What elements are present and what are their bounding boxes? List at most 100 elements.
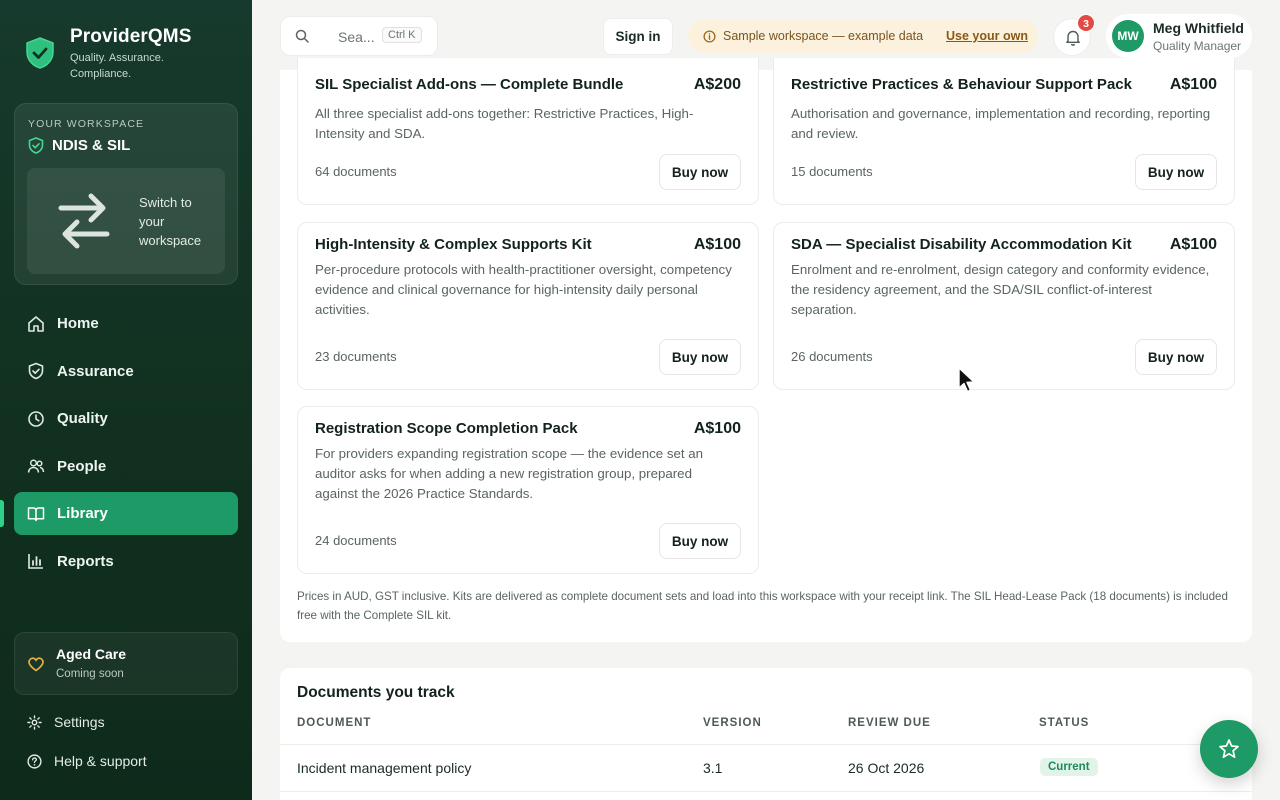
document-version: 3.1 bbox=[703, 760, 723, 776]
kit-card: SDA — Specialist Disability Accommodatio… bbox=[773, 222, 1235, 390]
star-icon bbox=[1219, 739, 1239, 759]
kit-document-count: 24 documents bbox=[315, 533, 397, 548]
notification-count-badge: 3 bbox=[1077, 14, 1095, 32]
bell-icon bbox=[1066, 30, 1080, 46]
kit-document-count: 26 documents bbox=[791, 349, 873, 364]
kit-title: SIL Specialist Add-ons — Complete Bundle bbox=[315, 76, 624, 93]
buy-now-button[interactable]: Buy now bbox=[659, 523, 741, 559]
column-header-status[interactable]: STATUS bbox=[1039, 717, 1089, 729]
search-shortcut-hint: Ctrl K bbox=[382, 27, 422, 43]
bar-chart-icon bbox=[28, 554, 43, 569]
kit-description: Per-procedure protocols with health-prac… bbox=[315, 262, 732, 317]
documents-title: Documents you track bbox=[297, 684, 455, 701]
kit-title: High-Intensity & Complex Supports Kit bbox=[315, 236, 592, 253]
buy-now-button[interactable]: Buy now bbox=[659, 339, 741, 375]
column-header-version[interactable]: VERSION bbox=[703, 717, 762, 729]
main-nav: Home Assurance Quality People Library Re… bbox=[0, 302, 238, 587]
help-link[interactable]: Help & support bbox=[27, 753, 147, 769]
kit-price: A$200 bbox=[693, 76, 741, 93]
avatar: MW bbox=[1112, 20, 1144, 52]
kit-card: High-Intensity & Complex Supports Kit A$… bbox=[297, 222, 759, 390]
search-input[interactable]: Sea... bbox=[338, 29, 375, 45]
favorite-fab-button[interactable] bbox=[1200, 720, 1258, 778]
nav-label: Home bbox=[57, 315, 99, 332]
use-your-own-link[interactable]: Use your own bbox=[946, 29, 1028, 43]
kit-description: For providers expanding registration sco… bbox=[315, 446, 704, 501]
workspace-name: NDIS & SIL bbox=[28, 137, 130, 154]
buy-now-button[interactable]: Buy now bbox=[1135, 154, 1217, 190]
kit-document-count: 15 documents bbox=[791, 164, 873, 179]
kit-title: Restrictive Practices & Behaviour Suppor… bbox=[791, 76, 1132, 93]
brand[interactable]: ProviderQMS Quality. Assurance. Complian… bbox=[24, 26, 191, 82]
document-review-due: 26 Oct 2026 bbox=[848, 760, 925, 776]
kit-description: All three specialist add-ons together: R… bbox=[315, 106, 694, 141]
nav-item-quality[interactable]: Quality bbox=[14, 397, 238, 440]
workspace-card: YOUR WORKSPACE NDIS & SIL Switch to your… bbox=[14, 103, 238, 285]
document-name[interactable]: Incident management policy bbox=[297, 760, 471, 776]
search-icon bbox=[295, 29, 309, 43]
nav-item-reports[interactable]: Reports bbox=[14, 540, 238, 583]
help-label: Help & support bbox=[54, 753, 147, 769]
aged-care-workspace[interactable]: Aged Care Coming soon bbox=[14, 632, 238, 695]
people-icon bbox=[27, 459, 45, 473]
help-circle-icon bbox=[27, 753, 42, 769]
buy-now-button[interactable]: Buy now bbox=[659, 154, 741, 190]
brand-tagline: Quality. Assurance. Compliance. bbox=[70, 52, 164, 80]
divider bbox=[280, 791, 1252, 792]
workspace-label: YOUR WORKSPACE bbox=[28, 118, 145, 130]
home-icon bbox=[28, 315, 44, 332]
nav-label: Assurance bbox=[57, 362, 134, 380]
kit-price: A$100 bbox=[693, 236, 741, 253]
documents-table-panel: Documents you track DOCUMENT VERSION REV… bbox=[280, 668, 1252, 800]
nav-label: Reports bbox=[57, 552, 114, 570]
mouse-cursor-icon bbox=[958, 367, 975, 393]
column-header-review-due[interactable]: REVIEW DUE bbox=[848, 717, 931, 729]
info-icon bbox=[703, 30, 716, 43]
settings-label: Settings bbox=[54, 714, 105, 730]
kit-card: Registration Scope Completion Pack A$100… bbox=[297, 406, 759, 574]
kit-card: SIL Specialist Add-ons — Complete Bundle… bbox=[297, 58, 759, 205]
kit-description: Authorisation and governance, implementa… bbox=[791, 106, 1211, 141]
nav-label: Quality bbox=[57, 410, 108, 427]
buy-now-button[interactable]: Buy now bbox=[1135, 339, 1217, 375]
status-badge: Current bbox=[1040, 758, 1098, 776]
user-name: Meg Whitfield bbox=[1153, 20, 1244, 36]
nav-label: People bbox=[57, 457, 107, 475]
clock-icon bbox=[28, 410, 44, 427]
nav-label: Library bbox=[57, 505, 108, 522]
nav-item-assurance[interactable]: Assurance bbox=[14, 350, 238, 393]
kit-price: A$100 bbox=[693, 420, 741, 437]
aged-care-title: Aged Care bbox=[56, 646, 127, 662]
workspace-name-text: NDIS & SIL bbox=[52, 137, 131, 154]
divider bbox=[280, 744, 1252, 745]
heart-icon bbox=[28, 657, 44, 672]
aged-care-subtitle: Coming soon bbox=[56, 668, 124, 680]
kit-title: SDA — Specialist Disability Accommodatio… bbox=[791, 236, 1132, 253]
nav-item-library[interactable]: Library bbox=[0, 492, 238, 535]
shield-check-icon bbox=[28, 137, 44, 154]
sidebar: ProviderQMS Quality. Assurance. Complian… bbox=[0, 0, 252, 800]
brand-name: ProviderQMS bbox=[70, 26, 192, 47]
sample-workspace-banner: Sample workspace — example data Use your… bbox=[688, 19, 1038, 53]
user-menu[interactable]: MW Meg Whitfield Quality Manager bbox=[1106, 14, 1252, 58]
nav-item-home[interactable]: Home bbox=[14, 302, 238, 345]
kit-document-count: 23 documents bbox=[315, 349, 397, 364]
kit-description: Enrolment and re-enrolment, design categ… bbox=[791, 262, 1210, 317]
user-role: Quality Manager bbox=[1153, 39, 1242, 53]
sample-workspace-text: Sample workspace — example data bbox=[723, 29, 924, 43]
pricing-note: Prices in AUD, GST inclusive. Kits are d… bbox=[297, 590, 1228, 622]
swap-arrows-icon bbox=[58, 193, 110, 249]
kit-title: Registration Scope Completion Pack bbox=[315, 420, 578, 437]
gear-icon bbox=[27, 714, 42, 730]
settings-link[interactable]: Settings bbox=[27, 714, 105, 730]
book-icon bbox=[27, 506, 45, 521]
kit-document-count: 64 documents bbox=[315, 164, 397, 179]
switch-workspace-button[interactable]: Switch to your workspace bbox=[27, 168, 225, 274]
shield-check-logo-icon bbox=[26, 37, 54, 69]
column-header-document[interactable]: DOCUMENT bbox=[297, 717, 371, 729]
kit-price: A$100 bbox=[1169, 76, 1217, 93]
sign-in-button[interactable]: Sign in bbox=[603, 18, 673, 55]
kit-card: Restrictive Practices & Behaviour Suppor… bbox=[773, 58, 1235, 205]
shield-icon bbox=[28, 362, 44, 380]
nav-item-people[interactable]: People bbox=[14, 445, 238, 488]
